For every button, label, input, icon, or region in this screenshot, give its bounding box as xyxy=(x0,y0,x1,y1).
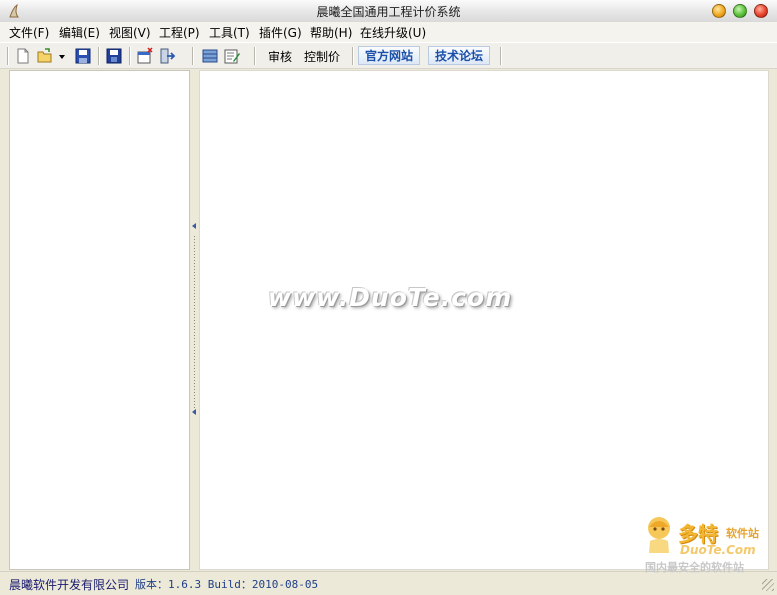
toolbar: 审核 控制价 官方网站 技术论坛 xyxy=(0,42,777,69)
status-version: 版本：1.6.3 Build：2010-08-05 xyxy=(135,578,319,591)
save-icon[interactable] xyxy=(74,47,92,65)
dropdown-arrow-icon[interactable] xyxy=(57,47,67,65)
menu-help[interactable]: 帮助(H) xyxy=(310,24,352,41)
menu-plugins[interactable]: 插件(G) xyxy=(259,24,302,41)
official-site-link[interactable]: 官方网站 xyxy=(358,46,421,65)
menu-online-upgrade[interactable]: 在线升级(U) xyxy=(360,24,426,41)
save-as-icon[interactable] xyxy=(105,47,123,65)
close-button[interactable] xyxy=(754,4,768,18)
window-title: 晨曦全国通用工程计价系统 xyxy=(316,5,461,19)
collapse-arrow-icon[interactable] xyxy=(192,409,196,415)
menu-view[interactable]: 视图(V) xyxy=(109,24,151,41)
toolbar-separator xyxy=(7,47,9,65)
toolbar-separator xyxy=(500,47,502,65)
resize-grip[interactable] xyxy=(762,579,774,591)
toolbar-separator xyxy=(352,47,354,65)
duote-logo: 多特 软件站 DuoTe.Com 国内最安全的软件站 xyxy=(640,515,775,575)
collapse-arrow-icon[interactable] xyxy=(192,223,196,229)
control-price-button[interactable]: 控制价 xyxy=(304,48,340,65)
panel-splitter[interactable] xyxy=(191,70,198,570)
logo-slogan: 国内最安全的软件站 xyxy=(645,561,744,574)
project-tree-panel[interactable] xyxy=(9,70,190,570)
logo-domain: DuoTe.Com xyxy=(680,543,756,557)
tech-forum-link[interactable]: 技术论坛 xyxy=(428,46,491,65)
database-icon[interactable] xyxy=(201,47,219,65)
new-file-icon[interactable] xyxy=(14,47,32,65)
exit-icon[interactable] xyxy=(158,47,176,65)
menu-edit[interactable]: 编辑(E) xyxy=(59,24,100,41)
toolbar-separator xyxy=(254,47,256,65)
toolbar-separator xyxy=(192,47,194,65)
new-window-icon[interactable] xyxy=(136,47,154,65)
menu-file[interactable]: 文件(F) xyxy=(9,24,49,41)
watermark-text: www.DuoTe.com xyxy=(268,283,513,312)
toolbar-separator xyxy=(98,47,100,65)
menu-bar: 文件(F) 编辑(E) 视图(V) 工程(P) 工具(T) 插件(G) 帮助(H… xyxy=(0,22,777,42)
edit-report-icon[interactable] xyxy=(223,47,241,65)
mascot-icon xyxy=(648,517,670,553)
title-bar[interactable]: 晨曦全国通用工程计价系统 xyxy=(0,0,777,23)
toolbar-separator xyxy=(129,47,131,65)
menu-tools[interactable]: 工具(T) xyxy=(209,24,250,41)
open-folder-icon[interactable] xyxy=(36,47,54,65)
menu-project[interactable]: 工程(P) xyxy=(159,24,200,41)
status-company: 晨曦软件开发有限公司 xyxy=(9,578,130,592)
splitter-grip[interactable] xyxy=(194,236,195,416)
audit-button[interactable]: 审核 xyxy=(268,48,292,65)
main-work-area[interactable] xyxy=(199,70,769,570)
logo-tag: 软件站 xyxy=(726,527,759,540)
minimize-button[interactable] xyxy=(712,4,726,18)
maximize-button[interactable] xyxy=(733,4,747,18)
